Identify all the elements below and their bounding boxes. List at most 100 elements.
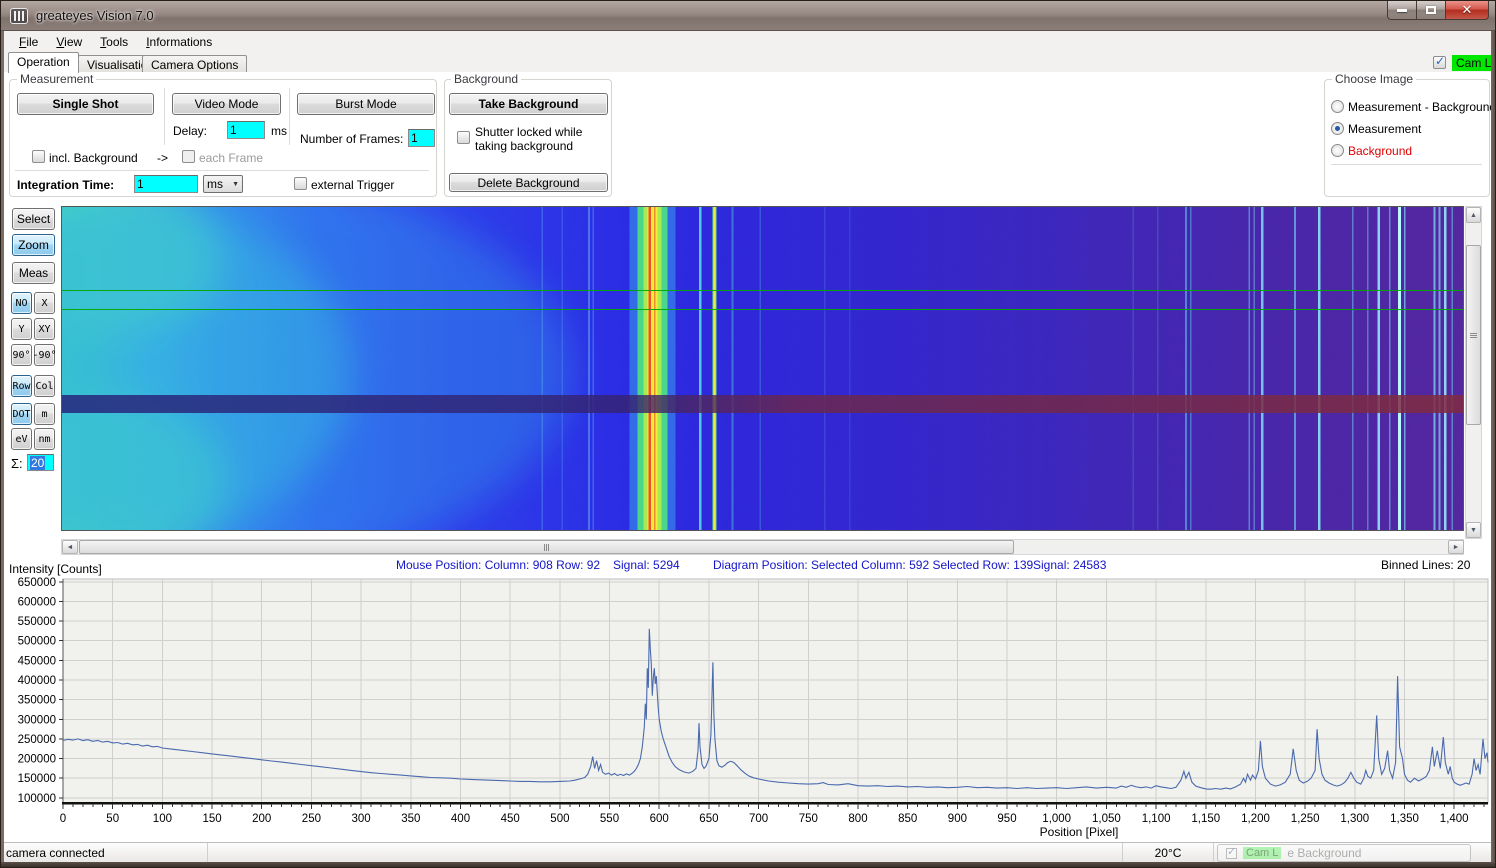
toggle-col-button[interactable]: Col	[34, 375, 55, 397]
select-tool-button[interactable]: Select	[12, 208, 55, 230]
app-window: greateyes Vision 7.0 ✕ FileViewToolsInfo…	[0, 0, 1496, 868]
maximize-button[interactable]	[1417, 1, 1446, 20]
toggle-nm-button[interactable]: nm	[34, 428, 55, 450]
cam-checkbox[interactable]: ✓	[1433, 56, 1446, 69]
single-shot-button[interactable]: Single Shot	[17, 93, 154, 115]
sigma-label: Σ:	[11, 456, 23, 471]
svg-text:0: 0	[60, 813, 66, 825]
svg-text:1,000: 1,000	[1042, 813, 1071, 825]
intensity-chart[interactable]: 1000001500002000002500003000003500004000…	[1, 557, 1496, 842]
svg-text:800: 800	[848, 813, 867, 825]
svg-text:350: 350	[401, 813, 420, 825]
delay-input[interactable]: 1	[227, 121, 265, 139]
close-button[interactable]: ✕	[1446, 1, 1489, 20]
toggle-m-button[interactable]: m	[34, 403, 55, 425]
toggle-ev-button[interactable]: eV	[11, 428, 32, 450]
svg-text:950: 950	[997, 813, 1016, 825]
toggle-no-button[interactable]: NO	[11, 292, 32, 314]
svg-text:400000: 400000	[18, 675, 56, 687]
incl-background-checkbox[interactable]	[32, 150, 45, 163]
toggle-90-button[interactable]: -90°	[34, 344, 55, 366]
svg-text:650: 650	[699, 813, 718, 825]
svg-text:550000: 550000	[18, 616, 56, 628]
ghost-text: e Background	[1287, 846, 1361, 860]
scroll-up-icon: ▲	[1470, 212, 1477, 219]
close-icon: ✕	[1462, 2, 1473, 18]
spectral-image-view[interactable]	[61, 206, 1464, 531]
each-frame-checkbox[interactable]	[182, 150, 195, 163]
frames-input[interactable]: 1	[408, 129, 435, 147]
svg-text:150000: 150000	[18, 773, 56, 785]
menu-item-informations[interactable]: Informations	[137, 33, 221, 51]
scroll-right-button[interactable]: ►	[1448, 540, 1464, 554]
integration-time-input[interactable]: 1	[134, 175, 198, 193]
menu-item-file[interactable]: File	[10, 33, 47, 51]
svg-text:1,250: 1,250	[1291, 813, 1320, 825]
status-bar: camera connected 20°C ✓ Cam L e Backgrou…	[1, 842, 1496, 862]
radio-background[interactable]	[1331, 144, 1344, 157]
external-trigger-checkbox[interactable]	[294, 177, 307, 190]
radio-measurement-background[interactable]	[1331, 100, 1344, 113]
delay-unit: ms	[271, 124, 287, 138]
tab-camera-options[interactable]: Camera Options	[142, 55, 247, 73]
toggle-y-button[interactable]: Y	[11, 318, 32, 340]
choose-image-group	[1324, 79, 1490, 197]
window-frame-bottom	[1, 862, 1496, 868]
title-bar: greateyes Vision 7.0 ✕	[1, 1, 1496, 31]
toggle-xy-button[interactable]: XY	[34, 318, 55, 340]
vscroll-thumb[interactable]	[1466, 245, 1481, 425]
meas-tool-button[interactable]: Meas	[12, 262, 55, 284]
choose-image-caption: Choose Image	[1332, 72, 1416, 86]
svg-text:200: 200	[252, 813, 271, 825]
integration-time-label: Integration Time:	[17, 178, 114, 192]
svg-text:350000: 350000	[18, 695, 56, 707]
toggle-90-button[interactable]: 90°	[11, 344, 32, 366]
integration-unit-value: ms	[207, 177, 223, 191]
sigma-input[interactable]: 20	[27, 454, 54, 471]
hscroll-thumb[interactable]	[79, 540, 1014, 554]
external-trigger-label: external Trigger	[311, 178, 394, 192]
toggle-x-button[interactable]: X	[34, 292, 55, 314]
frames-label: Number of Frames:	[300, 132, 403, 146]
scroll-left-icon: ◄	[67, 544, 74, 551]
svg-text:1,100: 1,100	[1142, 813, 1171, 825]
svg-text:300: 300	[352, 813, 371, 825]
radio-measurement[interactable]	[1331, 122, 1344, 135]
window-frame-right	[1491, 31, 1496, 863]
svg-text:400: 400	[451, 813, 470, 825]
image-vscrollbar[interactable]: ▲ ▼	[1465, 206, 1482, 539]
svg-text:850: 850	[898, 813, 917, 825]
svg-text:150: 150	[203, 813, 222, 825]
video-mode-button[interactable]: Video Mode	[172, 93, 281, 115]
toggle-dot-button[interactable]: DOT	[11, 403, 32, 425]
hscroll-grip-icon	[544, 544, 549, 551]
chevron-down-icon: ▼	[232, 181, 239, 188]
background-caption: Background	[451, 72, 521, 86]
shutter-locked-label-2: taking background	[475, 139, 573, 153]
svg-text:250: 250	[302, 813, 321, 825]
svg-text:500: 500	[550, 813, 569, 825]
menu-item-view[interactable]: View	[47, 33, 91, 51]
svg-text:250000: 250000	[18, 734, 56, 746]
minimize-button[interactable]	[1387, 1, 1417, 20]
svg-text:550: 550	[600, 813, 619, 825]
delete-background-button[interactable]: Delete Background	[449, 173, 608, 192]
svg-text:1,350: 1,350	[1390, 813, 1419, 825]
svg-text:1,150: 1,150	[1191, 813, 1220, 825]
svg-text:200000: 200000	[18, 754, 56, 766]
integration-unit-select[interactable]: ms ▼	[203, 175, 243, 193]
shutter-locked-checkbox[interactable]	[457, 131, 470, 144]
svg-text:600: 600	[650, 813, 669, 825]
burst-mode-button[interactable]: Burst Mode	[297, 93, 435, 115]
scroll-down-button[interactable]: ▼	[1466, 522, 1481, 538]
svg-text:450000: 450000	[18, 655, 56, 667]
zoom-tool-button[interactable]: Zoom	[12, 234, 55, 256]
image-hscrollbar[interactable]: ◄ ►	[61, 539, 1464, 555]
scroll-up-button[interactable]: ▲	[1466, 207, 1481, 223]
toggle-row-button[interactable]: Row	[11, 375, 32, 397]
tab-operation[interactable]: Operation	[8, 52, 79, 73]
scroll-left-button[interactable]: ◄	[62, 540, 78, 554]
take-background-button[interactable]: Take Background	[449, 93, 608, 115]
svg-text:1,200: 1,200	[1241, 813, 1270, 825]
menu-item-tools[interactable]: Tools	[91, 33, 137, 51]
